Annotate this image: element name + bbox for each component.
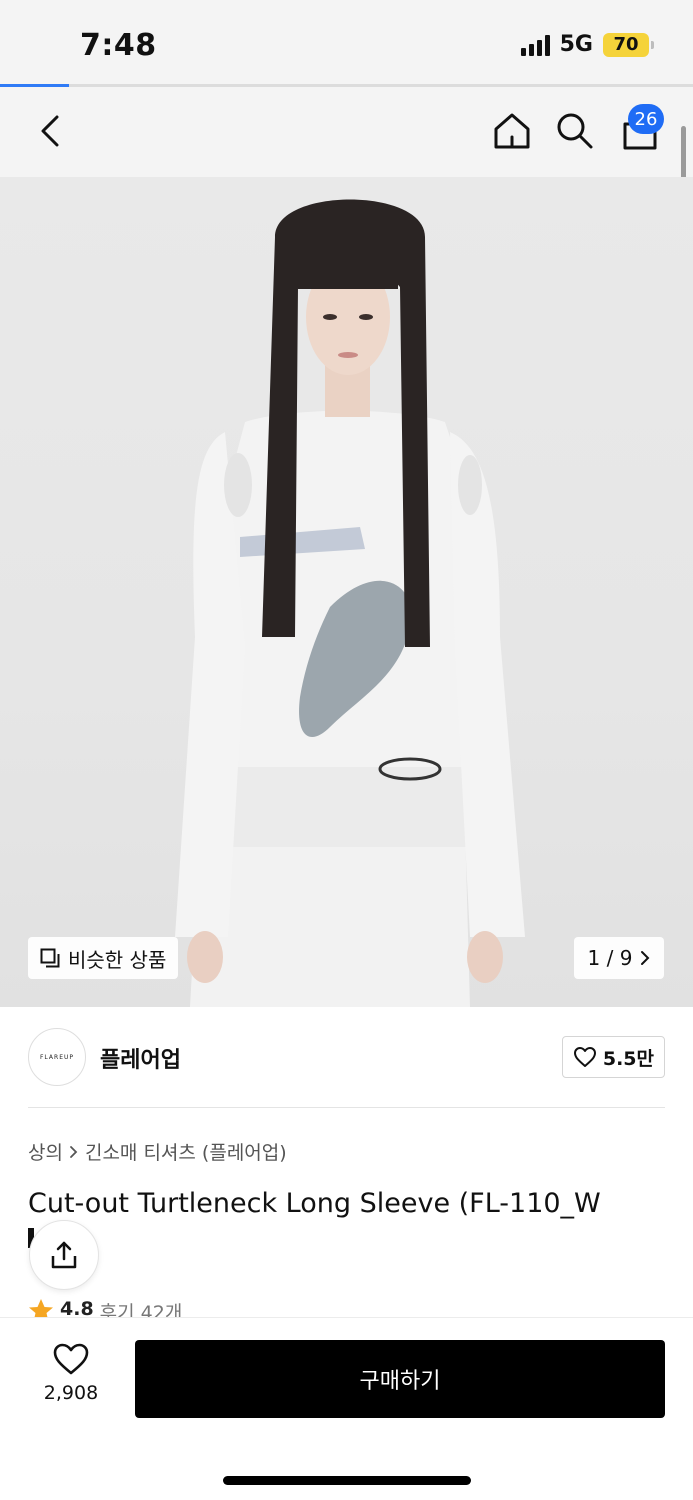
divider (28, 1107, 665, 1108)
brand-name[interactable]: 플레어업 (100, 1042, 181, 1074)
cart-count-badge: 26 (628, 104, 664, 134)
status-bar: 7:48 5G 70 (0, 0, 693, 84)
home-icon (494, 113, 530, 149)
product-image[interactable] (0, 177, 693, 1007)
product-title: Cut-out Turtleneck Long Sleeve (FL-110_W (28, 1188, 601, 1219)
brand-logo[interactable]: FLAREUP (28, 1028, 86, 1086)
network-type: 5G (559, 32, 593, 57)
back-button[interactable] (28, 109, 72, 153)
home-indicator[interactable] (223, 1476, 471, 1485)
wishlist-count: 2,908 (43, 1382, 99, 1404)
chevron-right-icon (641, 951, 650, 965)
search-button[interactable] (553, 109, 597, 153)
breadcrumb-category[interactable]: 상의 (28, 1138, 63, 1165)
battery-level: 70 (613, 34, 639, 55)
status-time: 7:48 (80, 28, 157, 63)
copy-icon (40, 948, 60, 968)
breadcrumb-subcategory[interactable]: 긴소매 티셔츠 (플레어업) (85, 1138, 287, 1165)
brand-logo-text: FLAREUP (39, 1053, 74, 1061)
battery-icon: 70 (603, 32, 654, 57)
breadcrumb: 상의 긴소매 티셔츠 (플레어업) (28, 1138, 287, 1165)
brand-like-count: 5.5만 (602, 1047, 654, 1070)
buy-button[interactable]: 구매하기 (135, 1340, 665, 1418)
signal-icon (520, 34, 550, 56)
home-button[interactable] (490, 109, 534, 153)
status-indicators: 5G 70 (520, 32, 654, 57)
search-icon (557, 113, 593, 149)
wishlist-button[interactable]: 2,908 (36, 1342, 106, 1414)
share-button[interactable] (29, 1220, 99, 1290)
model-photo (175, 199, 525, 1007)
image-counter-button[interactable]: 1 / 9 (574, 937, 664, 979)
heart-icon (53, 1343, 89, 1375)
heart-icon (573, 1047, 596, 1067)
brand-like-button[interactable]: 5.5만 (561, 1036, 665, 1078)
chevron-right-icon (70, 1145, 78, 1158)
image-counter: 1 / 9 (587, 946, 633, 970)
share-icon (51, 1241, 77, 1269)
similar-products-label: 비슷한 상품 (68, 947, 167, 972)
chevron-left-icon (41, 115, 59, 147)
similar-products-button[interactable]: 비슷한 상품 (28, 937, 179, 979)
nav-bar (0, 87, 693, 177)
brand-row[interactable]: FLAREUP 플레어업 5.5만 (28, 1028, 665, 1088)
